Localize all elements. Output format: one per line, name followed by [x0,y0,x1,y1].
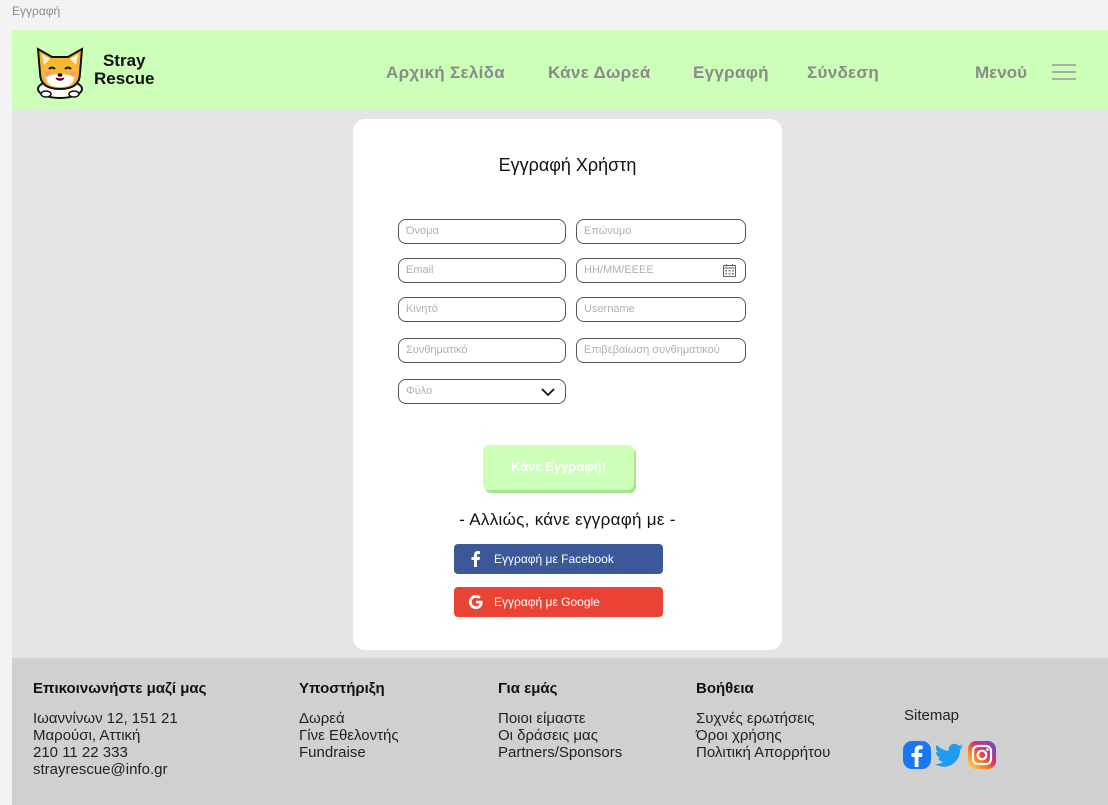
google-signup-button[interactable]: Εγγραφή με Google [454,587,663,617]
shiba-logo-icon[interactable] [32,43,88,99]
alternative-signup-text: - Αλλιώς, κάνε εγγραφή με - [459,510,676,529]
footer-link-faq[interactable]: Συχνές ερωτήσεις [696,710,830,727]
footer-support-title: Υποστήριξη [299,680,385,697]
registration-card: Εγγραφή Χρήστη Όνομα Επώνυμο Email ΗΗ/ΜΜ… [353,119,782,650]
footer-link-partners[interactable]: Partners/Sponsors [498,744,622,761]
footer-phone[interactable]: 210 11 22 333 [33,744,206,761]
facebook-icon [471,551,480,567]
footer-sitemap-link[interactable]: Sitemap [904,707,959,724]
brand-line-1: Stray [102,51,146,70]
password-placeholder: Συνθηματικό [406,344,468,356]
birthdate-field[interactable]: ΗΗ/ΜΜ/ΕΕΕΕ [576,258,746,283]
header: Stray Rescue Αρχική Σελίδα Κάνε Δωρεά Εγ… [12,30,1108,110]
brand-name[interactable]: Stray Rescue [94,52,154,88]
gender-select[interactable]: Φύλο [398,379,566,404]
last-name-placeholder: Επώνυμο [584,225,632,237]
footer-help: Βοήθεια Συχνές ερωτήσεις Όροι χρήσης Πολ… [696,680,830,761]
first-name-placeholder: Όνομα [406,225,439,237]
username-field[interactable]: Username [576,297,746,322]
facebook-icon[interactable] [902,740,932,770]
page: Stray Rescue Αρχική Σελίδα Κάνε Δωρεά Εγ… [12,30,1108,805]
footer-help-title: Βοήθεια [696,680,754,697]
footer-link-who-we-are[interactable]: Ποιοι είμαστε [498,710,622,727]
nav-register[interactable]: Εγγραφή [693,63,769,83]
email-placeholder: Email [406,264,434,276]
footer-address-line-2: Μαρούσι, Αττική [33,727,141,744]
google-signup-label: Εγγραφή με Google [494,595,600,609]
footer-contact-title: Επικοινωνήστε μαζί μας [33,680,207,697]
footer-support: Υποστήριξη Δωρεά Γίνε Εθελοντής Fundrais… [299,680,399,761]
mobile-field[interactable]: Κινητό [398,297,566,322]
hamburger-menu-icon[interactable] [1052,63,1076,81]
calendar-icon[interactable] [723,264,736,277]
form-title: Εγγραφή Χρήστη [498,155,637,175]
birthdate-placeholder: ΗΗ/ΜΜ/ΕΕΕΕ [584,264,654,276]
facebook-signup-button[interactable]: Εγγραφή με Facebook [454,544,663,574]
password-field[interactable]: Συνθηματικό [398,338,566,363]
footer-link-fundraise[interactable]: Fundraise [299,744,399,761]
username-placeholder: Username [584,303,635,315]
footer-email[interactable]: strayrescue@info.gr [33,761,206,778]
mobile-placeholder: Κινητό [406,303,438,315]
last-name-field[interactable]: Επώνυμο [576,219,746,244]
register-submit-button[interactable]: Κάνε Εγγραφή! [483,445,634,490]
confirm-password-placeholder: Επιβεβαίωση συνθηματικού [584,344,720,356]
nav-login[interactable]: Σύνδεση [807,63,879,83]
first-name-field[interactable]: Όνομα [398,219,566,244]
nav-home[interactable]: Αρχική Σελίδα [386,63,505,83]
nav-donate[interactable]: Κάνε Δωρεά [548,63,651,83]
footer-about-title: Για εμάς [498,680,558,697]
email-field[interactable]: Email [398,258,566,283]
footer-link-our-actions[interactable]: Οι δράσεις μας [498,727,622,744]
footer-contact: Επικοινωνήστε μαζί μας Ιωαννίνων 12, 151… [33,680,206,778]
footer-link-privacy[interactable]: Πολιτική Απορρήτου [696,744,830,761]
menu-label[interactable]: Μενού [975,63,1027,83]
google-icon [468,594,483,610]
footer-link-volunteer[interactable]: Γίνε Εθελοντής [299,727,399,744]
facebook-signup-label: Εγγραφή με Facebook [494,552,614,566]
footer: Επικοινωνήστε μαζί μας Ιωαννίνων 12, 151… [12,658,1108,805]
gender-placeholder: Φύλο [406,385,433,397]
confirm-password-field[interactable]: Επιβεβαίωση συνθηματικού [576,338,746,363]
footer-link-terms[interactable]: Όροι χρήσης [696,727,830,744]
footer-link-donate[interactable]: Δωρεά [299,710,399,727]
brand-line-2: Rescue [94,69,155,88]
chevron-down-icon [541,388,555,397]
frame-label: Εγγραφή [12,4,61,18]
twitter-icon[interactable] [934,740,964,770]
footer-address-line-1: Ιωαννίνων 12, 151 21 [33,710,178,727]
instagram-icon[interactable] [967,740,997,770]
footer-about: Για εμάς Ποιοι είμαστε Οι δράσεις μας Pa… [498,680,622,761]
